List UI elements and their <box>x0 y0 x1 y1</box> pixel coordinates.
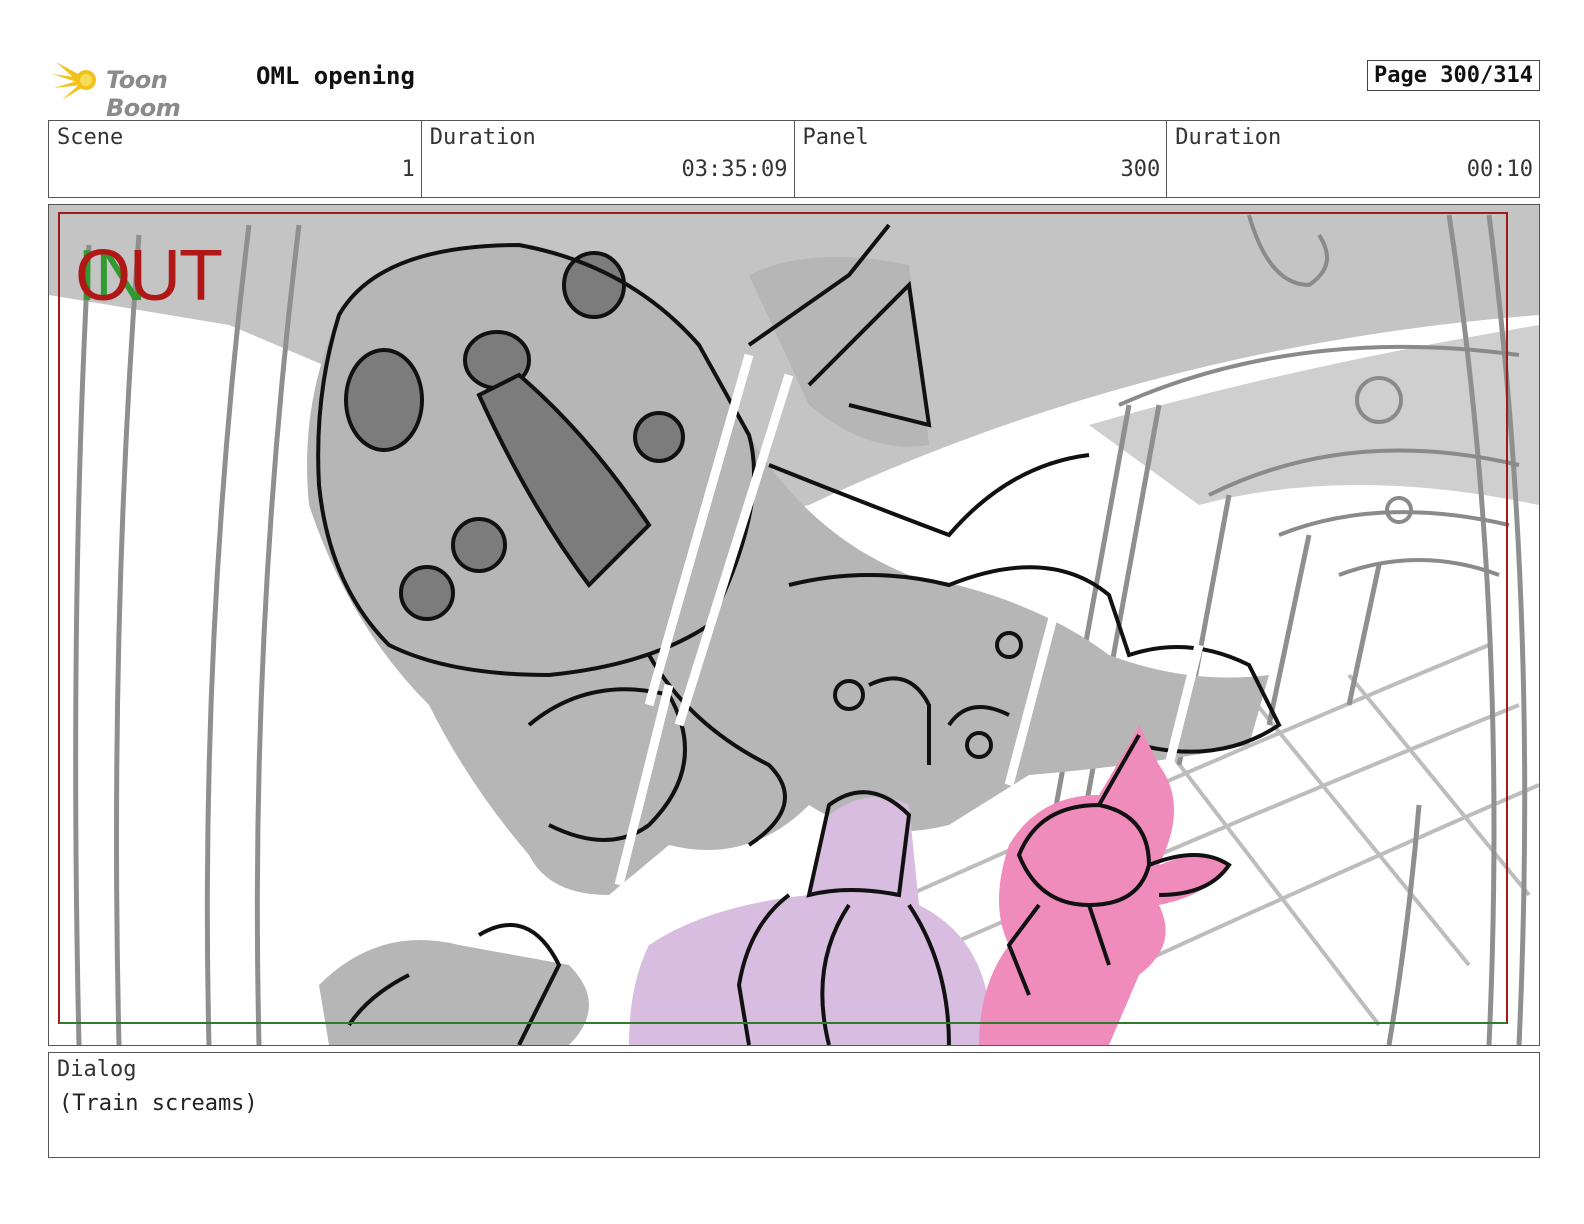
project-title: OML opening <box>256 62 415 90</box>
panel-value: 300 <box>1120 157 1161 182</box>
panel-duration-label: Duration <box>1175 125 1282 150</box>
dialog-label: Dialog <box>57 1057 137 1082</box>
scene-duration-cell: Duration 03:35:09 <box>422 121 795 197</box>
logo-text: Toon Boom <box>106 66 181 122</box>
robot-foot-fill <box>319 940 589 1045</box>
panel-cell: Panel 300 <box>795 121 1168 197</box>
scene-cell: Scene 1 <box>49 121 422 197</box>
panel-duration-cell: Duration 00:10 <box>1167 121 1539 197</box>
dialog-text: (Train screams) <box>59 1091 258 1116</box>
storyboard-header: Toon Boom OML opening Page 300/314 <box>48 52 1540 122</box>
toon-boom-logo: Toon Boom <box>52 56 242 122</box>
scene-value: 1 <box>401 157 415 182</box>
dialog-box: Dialog (Train screams) <box>48 1052 1540 1158</box>
out-marker: OUT <box>75 236 223 316</box>
scene-duration-label: Duration <box>429 125 536 150</box>
scene-duration-value: 03:35:09 <box>681 157 788 182</box>
scene-label: Scene <box>57 125 124 150</box>
panel-label: Panel <box>802 125 869 150</box>
panel-duration-value: 00:10 <box>1466 157 1533 182</box>
scene-info-row: Scene 1 Duration 03:35:09 Panel 300 Dura… <box>48 120 1540 198</box>
page-indicator: Page 300/314 <box>1367 60 1540 91</box>
storyboard-panel: IN OUT <box>48 204 1540 1046</box>
starburst-icon <box>52 62 96 100</box>
panel-sketch <box>49 205 1539 1045</box>
